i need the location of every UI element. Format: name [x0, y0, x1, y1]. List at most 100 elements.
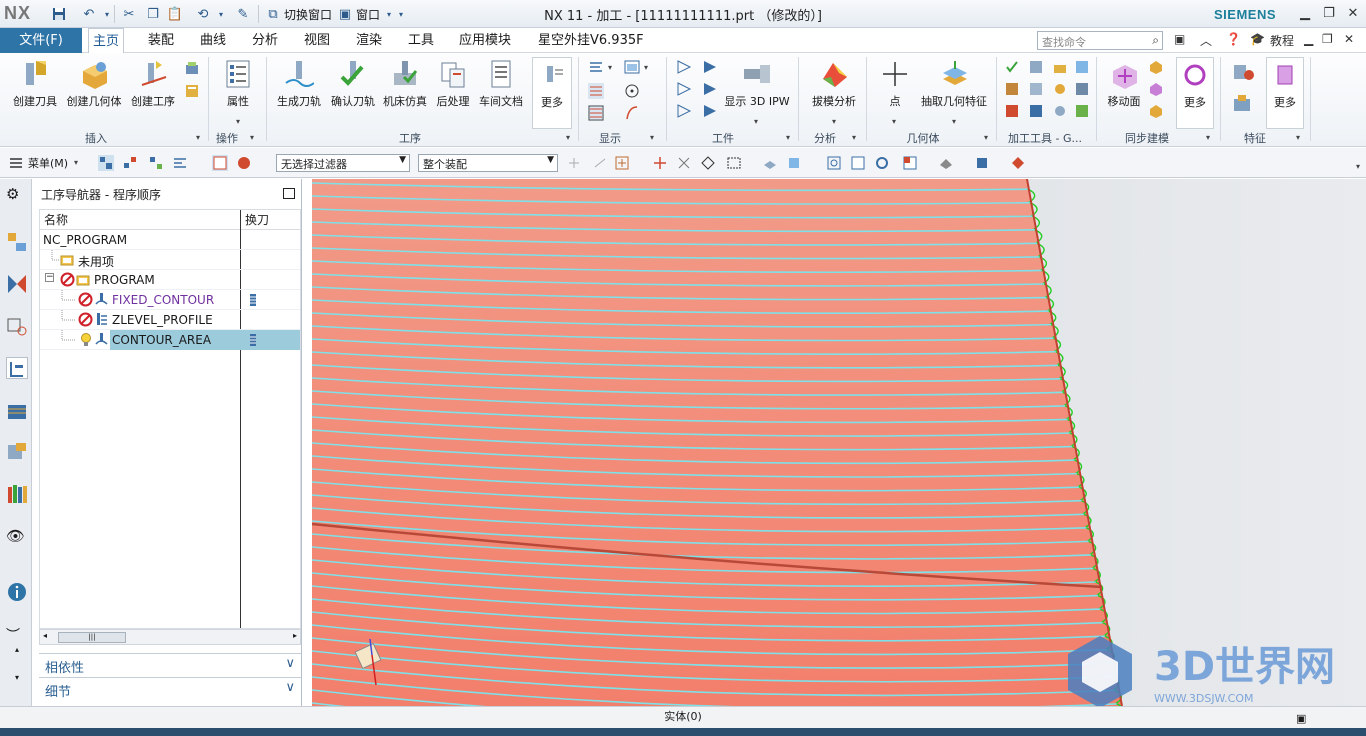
snap-5-icon[interactable]: [676, 155, 692, 171]
file-menu-tab[interactable]: 文件(F): [0, 28, 82, 53]
help-icon[interactable]: ❓: [1226, 32, 1241, 46]
mfg-tool-4-icon[interactable]: [1074, 59, 1090, 75]
display-toolpath-mode-1-icon[interactable]: [588, 83, 604, 99]
view-zoom-icon[interactable]: [850, 155, 866, 171]
touch-mode-icon[interactable]: ✎: [234, 5, 252, 23]
operation-group-dropdown-icon[interactable]: ▾: [250, 133, 254, 142]
create-method-icon[interactable]: [184, 61, 200, 77]
mfg-tool-10-icon[interactable]: [1028, 103, 1044, 119]
tab-application[interactable]: 应用模块: [455, 28, 515, 53]
workpiece-tool-3-icon[interactable]: [676, 81, 692, 97]
render-style-icon[interactable]: [938, 155, 954, 171]
workpiece-tool-5-icon[interactable]: [676, 103, 692, 119]
snap-4-icon[interactable]: [652, 155, 668, 171]
display-toolpath-mode-2-icon[interactable]: [588, 105, 604, 121]
draft-analysis-dropdown-icon[interactable]: ▾: [832, 117, 836, 126]
mfg-tool-9-icon[interactable]: [1004, 103, 1020, 119]
settings-icon[interactable]: ⚙: [6, 185, 28, 207]
mfg-tool-7-icon[interactable]: [1052, 81, 1068, 97]
undo-icon[interactable]: ↶: [80, 5, 98, 23]
move-face-button[interactable]: 移动面: [1102, 57, 1146, 129]
paste-icon[interactable]: 📋: [166, 5, 184, 23]
feature-tool-1-icon[interactable]: [1232, 61, 1256, 85]
machine-simulation-button[interactable]: 机床仿真: [380, 57, 430, 129]
tutorial-button[interactable]: 教程: [1270, 32, 1294, 49]
cut-icon[interactable]: ✂: [120, 5, 138, 23]
table-row[interactable]: ZLEVEL_PROFILE: [40, 310, 300, 330]
snap-3-icon[interactable]: [614, 155, 630, 171]
horizontal-scrollbar[interactable]: ◂ ||| ▸: [39, 629, 301, 645]
tab-home[interactable]: 主页: [88, 28, 125, 54]
display-window-icon[interactable]: [624, 59, 640, 75]
nav-method-view-icon[interactable]: [172, 155, 188, 171]
tab-plugin[interactable]: 星空外挂V6.935F: [534, 28, 648, 53]
nav-machine-view-icon[interactable]: [122, 155, 138, 171]
collapse-ribbon-icon[interactable]: ︿: [1200, 32, 1212, 49]
postprocess-button[interactable]: 后处理: [432, 57, 474, 129]
verify-toolpath-button[interactable]: 确认刀轨: [328, 57, 378, 129]
orient-view-icon[interactable]: [902, 155, 918, 171]
menu-dropdown-icon[interactable]: ▾: [74, 158, 78, 167]
menu-icon[interactable]: [8, 155, 24, 171]
operation-navigator-icon[interactable]: [6, 357, 28, 379]
window-menu-button[interactable]: 窗口: [356, 6, 380, 23]
generate-toolpath-button[interactable]: 生成刀轨: [272, 57, 326, 129]
create-program-icon[interactable]: [184, 83, 200, 99]
table-row-selected[interactable]: CONTOUR_AREA: [40, 330, 300, 350]
scroll-left-icon[interactable]: ◂: [43, 631, 47, 640]
mfg-tool-1-icon[interactable]: [1004, 59, 1020, 75]
filter-toggle-2-icon[interactable]: [236, 155, 252, 171]
create-operation-button[interactable]: 创建工序: [126, 57, 180, 129]
mfg-tool-12-icon[interactable]: [1074, 103, 1090, 119]
maximize-panel-icon[interactable]: [283, 188, 295, 199]
procedure-more-button[interactable]: 更多: [532, 57, 572, 129]
toolbar-overflow-icon[interactable]: ▾: [1356, 162, 1360, 171]
shaded-icon[interactable]: [974, 155, 990, 171]
rail-scroll-up-icon[interactable]: ▴: [6, 645, 28, 667]
show-3d-ipw-dropdown-icon[interactable]: ▾: [754, 117, 758, 126]
extract-geometry-dropdown-icon[interactable]: ▾: [952, 117, 956, 126]
workpiece-tool-4-icon[interactable]: [702, 81, 718, 97]
switch-window-button[interactable]: 切换窗口: [284, 6, 332, 23]
sync-more-button[interactable]: 更多: [1176, 57, 1214, 129]
create-geometry-button[interactable]: 创建几何体: [64, 57, 124, 129]
doc-close-button[interactable]: ✕: [1344, 32, 1354, 46]
assembly-navigator-icon[interactable]: [6, 231, 28, 253]
window-icon[interactable]: ▣: [336, 5, 354, 23]
menu-button[interactable]: 菜单(M): [28, 155, 68, 171]
tab-analysis[interactable]: 分析: [248, 28, 282, 53]
box-select-icon[interactable]: [726, 155, 742, 171]
library-icon[interactable]: [6, 483, 28, 505]
view-1-icon[interactable]: [762, 155, 778, 171]
create-tool-button[interactable]: 创建刀具: [8, 57, 62, 129]
constraint-navigator-icon[interactable]: [6, 273, 28, 295]
tab-render[interactable]: 渲染: [352, 28, 386, 53]
workpiece-tool-6-icon[interactable]: [702, 103, 718, 119]
command-search-input[interactable]: 查找命令 ⌕: [1037, 31, 1163, 50]
shop-docs-button[interactable]: 车间文档: [476, 57, 526, 129]
geometry-group-dropdown-icon[interactable]: ▾: [984, 133, 988, 142]
tab-tools[interactable]: 工具: [404, 28, 438, 53]
copy-icon[interactable]: ❐: [144, 5, 162, 23]
edit-section-icon[interactable]: [1010, 155, 1026, 171]
tab-view[interactable]: 视图: [300, 28, 334, 53]
column-header-name[interactable]: 名称: [40, 210, 240, 230]
mfg-tool-3-icon[interactable]: [1052, 59, 1068, 75]
info-icon[interactable]: [6, 581, 28, 603]
mfg-tool-5-icon[interactable]: [1004, 81, 1020, 97]
feature-tool-2-icon[interactable]: [1232, 93, 1256, 117]
point-dropdown-icon[interactable]: ▾: [892, 117, 896, 126]
collapse-icon[interactable]: −: [45, 273, 54, 282]
procedure-group-dropdown-icon[interactable]: ▾: [566, 133, 570, 142]
workpiece-tool-2-icon[interactable]: [702, 59, 718, 75]
machine-tool-navigator-icon[interactable]: [6, 399, 28, 421]
switch-window-icon[interactable]: ⧉: [264, 5, 282, 23]
history-icon[interactable]: 👁: [6, 527, 28, 549]
rail-scroll-down-icon[interactable]: ▾: [6, 673, 28, 695]
repeat-dropdown-icon[interactable]: ▾: [212, 5, 230, 23]
dependencies-panel-header[interactable]: 相依性 ∨: [39, 653, 301, 676]
tab-curve[interactable]: 曲线: [196, 28, 230, 53]
customize-qat-icon[interactable]: ▾: [392, 5, 410, 23]
mfg-tool-2-icon[interactable]: [1028, 59, 1044, 75]
tab-assembly[interactable]: 装配: [144, 28, 178, 53]
